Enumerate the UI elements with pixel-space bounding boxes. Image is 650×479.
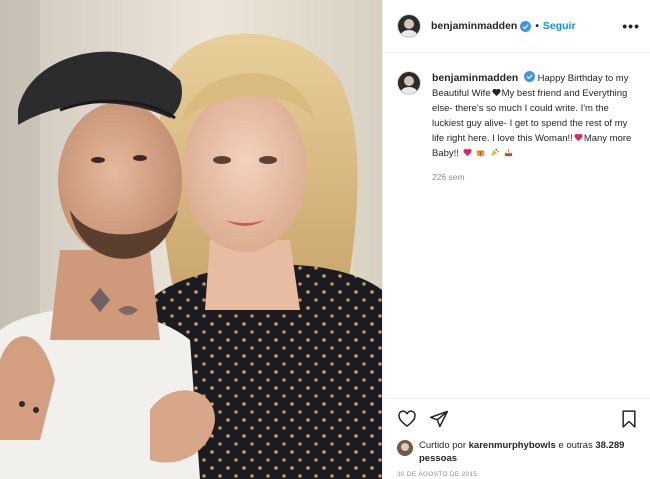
more-options-icon[interactable]: •••: [622, 18, 640, 34]
paper-plane-icon[interactable]: [429, 409, 449, 429]
post-date[interactable]: 30 DE AGOSTO DE 2015: [397, 471, 639, 478]
caption-username[interactable]: benjaminmadden: [432, 72, 518, 84]
red-heart-emoji-icon: [463, 148, 472, 157]
red-heart-emoji-icon: [574, 133, 583, 142]
author-username[interactable]: benjaminmadden: [431, 20, 517, 32]
likes-summary: Curtido por karenmurphybowls e outras 38…: [397, 439, 639, 465]
gift-emoji-icon: [477, 150, 485, 157]
likes-middle: e outras: [558, 440, 593, 451]
caption-author-avatar[interactable]: [397, 71, 421, 95]
likes-suffix[interactable]: pessoas: [419, 453, 457, 464]
caption-section: benjaminmadden Happy Birthday to my Beau…: [383, 53, 650, 398]
author-avatar[interactable]: [397, 14, 421, 38]
post-age[interactable]: 226 sem: [432, 170, 638, 185]
likes-text: Curtido por karenmurphybowls e outras 38…: [419, 439, 639, 465]
post-photo[interactable]: [0, 0, 382, 479]
likes-count[interactable]: 38.289: [595, 440, 624, 451]
cake-emoji-icon: [504, 149, 512, 157]
action-icons-row: [397, 407, 639, 431]
likes-prefix: Curtido por: [419, 440, 466, 451]
bookmark-icon[interactable]: [619, 409, 639, 429]
verified-badge-icon: [524, 71, 535, 82]
liker-avatar[interactable]: [397, 440, 413, 456]
header-separator: •: [535, 20, 539, 32]
black-heart-emoji-icon: [492, 88, 501, 97]
post-header: benjaminmadden • Seguir •••: [383, 0, 650, 53]
heart-outline-icon[interactable]: [397, 409, 417, 429]
photo-illustration: [0, 0, 382, 479]
liker-username[interactable]: karenmurphybowls: [469, 440, 556, 451]
party-popper-emoji-icon: [490, 148, 499, 157]
post-side-panel: benjaminmadden • Seguir ••• benjaminmadd…: [382, 0, 650, 479]
instagram-post: benjaminmadden • Seguir ••• benjaminmadd…: [0, 0, 650, 479]
verified-badge-icon: [520, 20, 532, 32]
caption: benjaminmadden Happy Birthday to my Beau…: [432, 71, 638, 398]
post-actions: Curtido por karenmurphybowls e outras 38…: [383, 398, 650, 478]
follow-button[interactable]: Seguir: [543, 20, 576, 32]
